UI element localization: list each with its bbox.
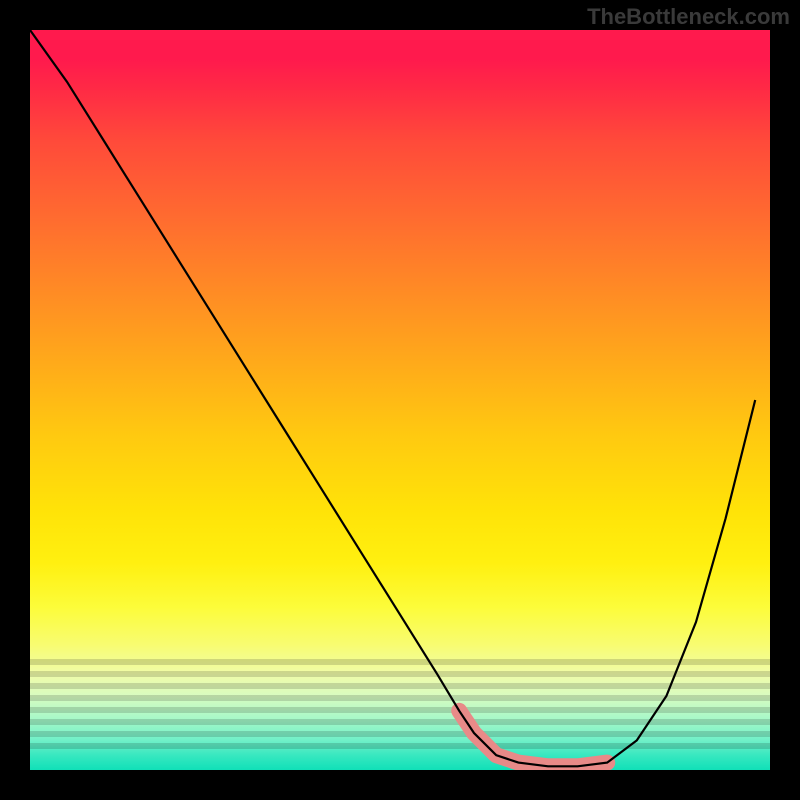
bottleneck-curve (30, 30, 755, 766)
plot-area (30, 30, 770, 770)
chart-svg (30, 30, 770, 770)
highlight-region (459, 711, 607, 767)
watermark-text: TheBottleneck.com (587, 4, 790, 30)
